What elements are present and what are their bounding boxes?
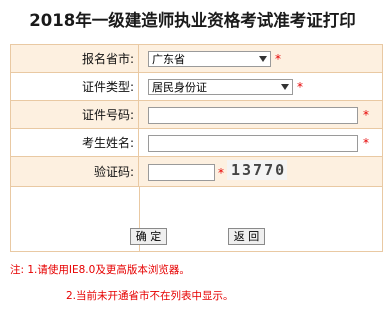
required-mark: * xyxy=(363,108,369,122)
id-type-label: 证件类型: xyxy=(11,73,139,100)
name-row: 考生姓名: * xyxy=(11,129,382,157)
province-label: 报名省市: xyxy=(11,45,139,72)
captcha-row: 验证码: * 13770 xyxy=(11,157,382,187)
confirm-button[interactable]: 确 定 xyxy=(130,228,167,245)
required-mark: * xyxy=(275,52,281,66)
name-label: 考生姓名: xyxy=(11,129,139,156)
chevron-down-icon xyxy=(281,84,289,90)
province-select-value: 广东省 xyxy=(152,53,185,66)
id-number-label: 证件号码: xyxy=(11,101,139,128)
province-select[interactable]: 广东省 xyxy=(148,51,271,67)
province-row: 报名省市: 广东省 * xyxy=(11,45,382,73)
required-mark: * xyxy=(297,80,303,94)
captcha-label: 验证码: xyxy=(11,157,139,186)
query-form: 报名省市: 广东省 * 证件类型: 居民身份证 * 证件号码: * 考生姓名: … xyxy=(10,44,383,252)
id-number-row: 证件号码: * xyxy=(11,101,382,129)
id-type-row: 证件类型: 居民身份证 * xyxy=(11,73,382,101)
id-number-input[interactable] xyxy=(148,107,358,124)
chevron-down-icon xyxy=(259,56,267,62)
page-title: 2018年一级建造师执业资格考试准考证打印 xyxy=(29,11,356,30)
name-input[interactable] xyxy=(148,135,358,152)
note-line-1: 注: 1.请使用IE8.0及更高版本浏览器。 xyxy=(10,264,190,276)
id-type-select[interactable]: 居民身份证 xyxy=(148,79,293,95)
captcha-image[interactable]: 13770 xyxy=(227,160,287,180)
button-area xyxy=(11,187,382,251)
captcha-input[interactable] xyxy=(148,164,215,181)
required-mark: * xyxy=(363,136,369,150)
required-mark: * xyxy=(218,166,224,180)
back-button[interactable]: 返 回 xyxy=(228,228,265,245)
id-type-select-value: 居民身份证 xyxy=(152,81,207,94)
note-line-2: 2.当前未开通省市不在列表中显示。 xyxy=(66,290,234,302)
